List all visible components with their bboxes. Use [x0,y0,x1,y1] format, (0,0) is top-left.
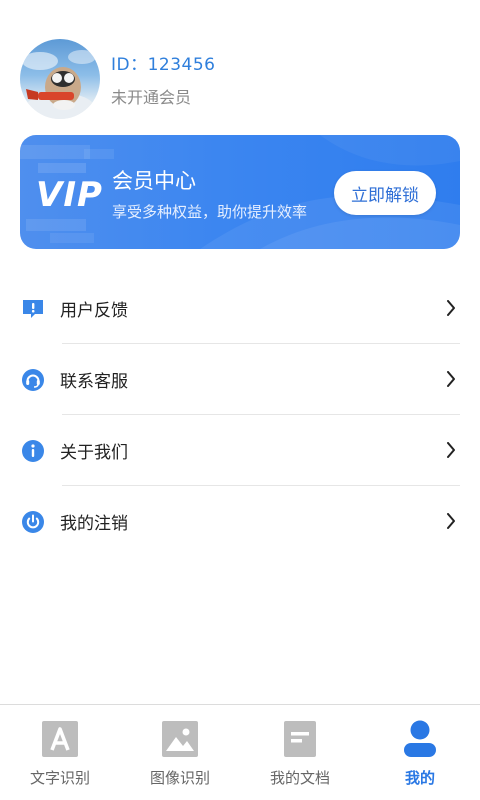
bottom-tab-bar: 文字识别 图像识别 我的文档 我的 [0,704,480,800]
member-status: 未开通会员 [111,88,192,107]
menu-item-label: 关于我们 [60,443,128,463]
avatar[interactable] [20,39,100,119]
tab-label: 我的 [404,769,435,787]
tab-my-documents[interactable]: 我的文档 [240,705,360,800]
feedback-icon [20,296,46,322]
menu-item-label: 我的注销 [60,514,128,534]
vip-subtitle: 享受多种权益，助你提升效率 [112,203,308,221]
tab-label: 图像识别 [149,769,210,787]
image-recognition-icon [161,720,199,758]
menu-item-customer-service[interactable]: 联系客服 [0,344,480,415]
vip-logo: VIP [36,175,103,215]
power-icon [20,509,46,535]
tab-label: 我的文档 [269,769,330,787]
profile-header: ID：123456 未开通会员 [20,39,216,119]
tab-image-recognition[interactable]: 图像识别 [120,705,240,800]
chevron-right-icon [446,371,456,391]
chevron-right-icon [446,513,456,533]
vip-banner[interactable]: VIP 会员中心 享受多种权益，助你提升效率 立即解锁 [20,135,460,249]
menu-item-about-us[interactable]: 关于我们 [0,415,480,486]
info-icon [20,438,46,464]
chevron-right-icon [446,442,456,462]
unlock-vip-button[interactable]: 立即解锁 [334,171,436,215]
document-icon [281,720,319,758]
menu-item-label: 联系客服 [60,372,128,392]
user-icon [401,720,439,758]
tab-my-profile[interactable]: 我的 [360,705,480,800]
avatar-image [22,50,96,119]
customer-service-icon [20,367,46,393]
settings-menu: 用户反馈 联系客服 关于我们 我的注销 [0,273,480,557]
vip-title: 会员中心 [112,169,196,193]
menu-item-account-cancellation[interactable]: 我的注销 [0,486,480,557]
tab-label: 文字识别 [29,769,90,787]
tab-text-recognition[interactable]: 文字识别 [0,705,120,800]
menu-item-feedback[interactable]: 用户反馈 [0,273,480,344]
user-id: ID：123456 [111,55,216,75]
chevron-right-icon [446,300,456,320]
menu-item-label: 用户反馈 [60,301,128,321]
text-recognition-icon [41,720,79,758]
